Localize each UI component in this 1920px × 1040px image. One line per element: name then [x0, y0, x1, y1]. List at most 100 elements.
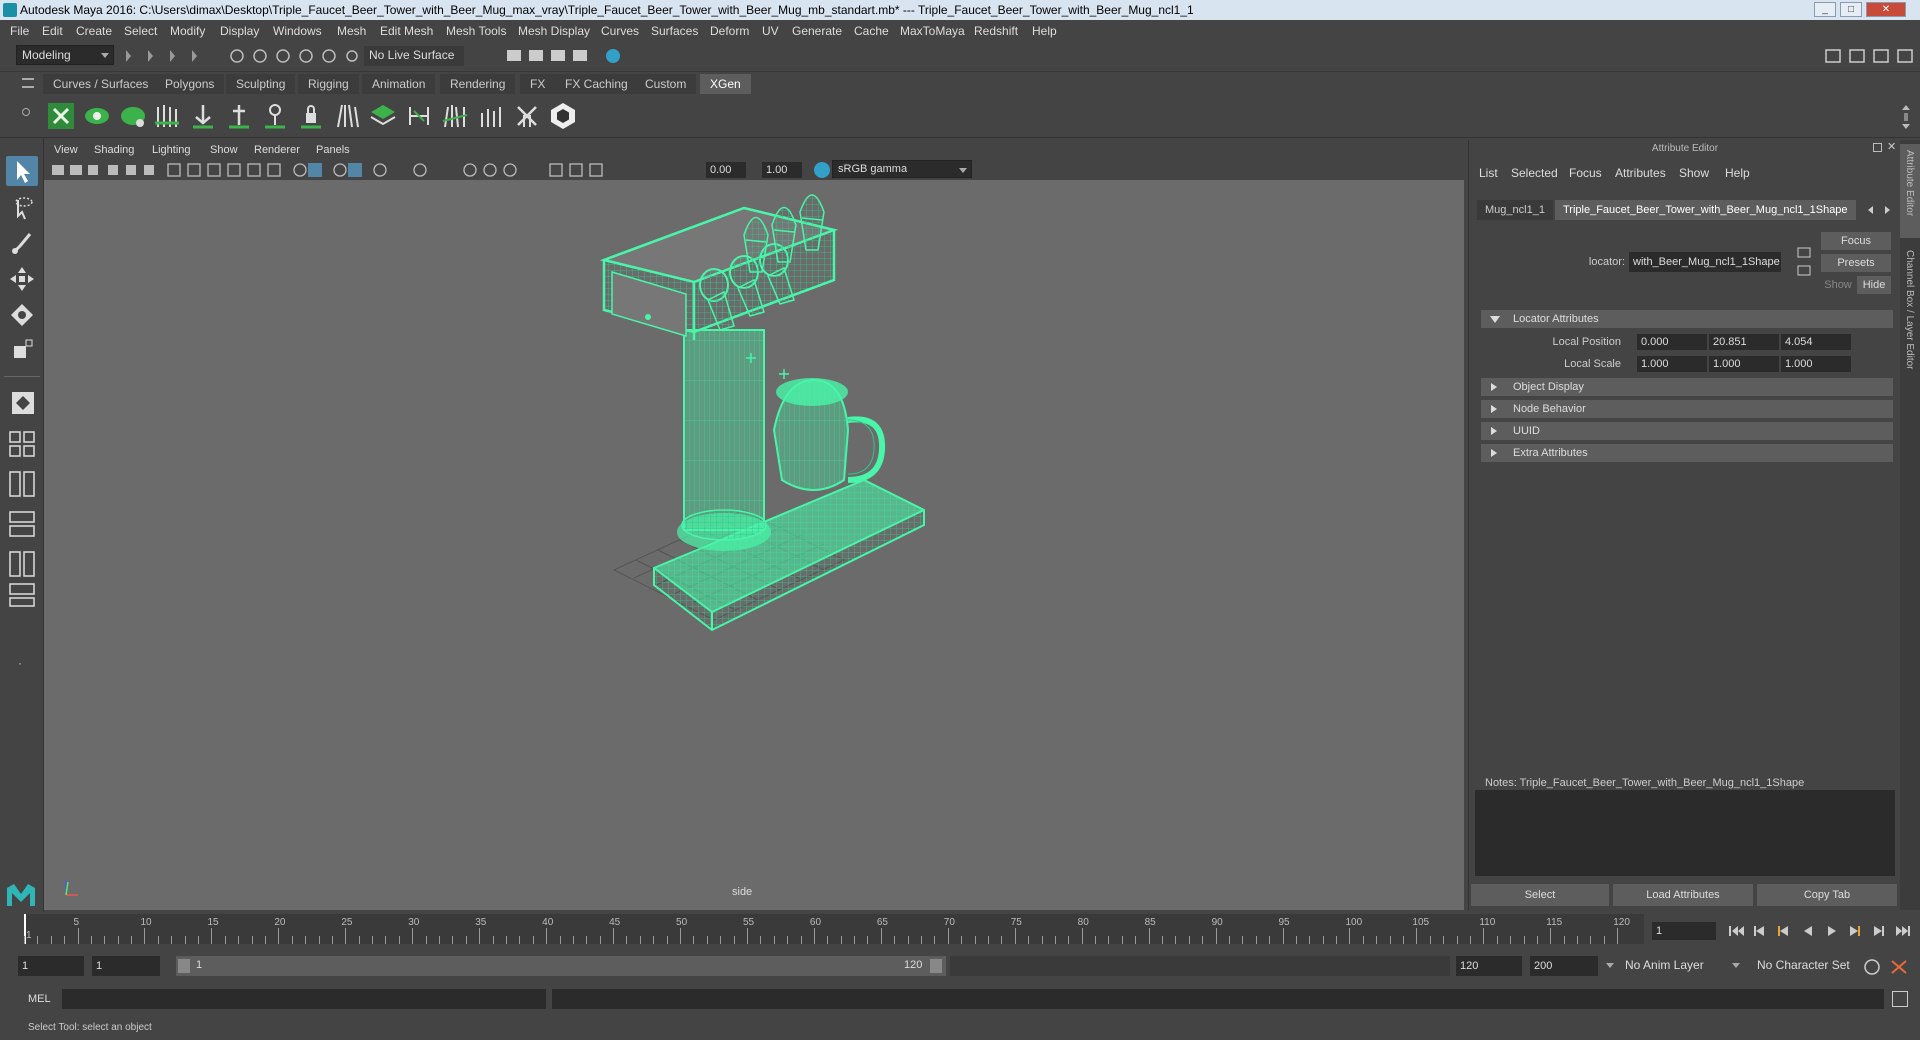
xgen-place-guide-icon[interactable]: [224, 101, 254, 131]
xgen-sculpt-icon[interactable]: [440, 101, 470, 131]
rotate-tool-button[interactable]: [6, 300, 38, 330]
side-tab-attribute-editor[interactable]: Attribute Editor: [1900, 144, 1920, 238]
viewport-menu-renderer[interactable]: Renderer: [254, 140, 300, 160]
xgen-hex-icon[interactable]: [548, 101, 578, 131]
local-scale-z[interactable]: 1.000: [1781, 356, 1851, 372]
select-tool-button[interactable]: [6, 156, 38, 186]
key-prefs-icons[interactable]: [1862, 958, 1916, 976]
menu-set-arrows-icon[interactable]: [122, 48, 212, 64]
side-tab-channel-box[interactable]: Channel Box / Layer Editor: [1900, 244, 1920, 394]
local-position-y[interactable]: 20.851: [1709, 334, 1779, 350]
menu-help[interactable]: Help: [1032, 20, 1057, 42]
character-set-dropdown[interactable]: No Character Set: [1752, 956, 1862, 976]
viewport-menu-panels[interactable]: Panels: [316, 140, 350, 160]
menu-uv[interactable]: UV: [762, 20, 779, 42]
menu-create[interactable]: Create: [76, 20, 112, 42]
local-scale-y[interactable]: 1.000: [1709, 356, 1779, 372]
minimize-button[interactable]: _: [1814, 2, 1836, 17]
mode-dropdown[interactable]: Modeling: [16, 45, 114, 65]
maximize-button[interactable]: □: [1840, 2, 1862, 17]
animation-start-field[interactable]: 1: [18, 956, 84, 976]
close-panel-icon[interactable]: ✕: [1887, 140, 1896, 153]
range-slider[interactable]: 1 120: [176, 956, 946, 976]
xgen-lock-icon[interactable]: [296, 101, 326, 131]
copy-tab-button[interactable]: Copy Tab: [1757, 884, 1897, 906]
viewport-menu-shading[interactable]: Shading: [94, 140, 134, 160]
menu-mesh-display[interactable]: Mesh Display: [518, 20, 590, 42]
local-position-x[interactable]: 0.000: [1637, 334, 1707, 350]
focus-select-icons[interactable]: [1795, 244, 1815, 278]
time-slider[interactable]: 1 5 10 15 20 25 30 35 40 45 50 55 60 65 70 75 80 85 90 95 1…: [0, 912, 1920, 948]
live-surface-field[interactable]: No Live Surface: [364, 46, 464, 66]
ae-menu-help[interactable]: Help: [1725, 166, 1750, 180]
scale-tool-button[interactable]: [6, 336, 38, 366]
section-object-display[interactable]: Object Display: [1481, 378, 1893, 396]
animation-end-field[interactable]: 200: [1530, 956, 1598, 976]
xgen-eye-icon[interactable]: [82, 101, 112, 131]
menu-deform[interactable]: Deform: [710, 20, 749, 42]
menu-surfaces[interactable]: Surfaces: [651, 20, 698, 42]
notes-textarea[interactable]: [1475, 790, 1895, 876]
menu-edit[interactable]: Edit: [42, 20, 63, 42]
shelf-tab-fx[interactable]: FX: [520, 74, 556, 94]
shelf-tab-xgen[interactable]: XGen: [700, 74, 751, 94]
focus-button[interactable]: Focus: [1821, 232, 1891, 250]
section-node-behavior[interactable]: Node Behavior: [1481, 400, 1893, 418]
layout-preset-icons[interactable]: [6, 428, 38, 608]
menu-edit-mesh[interactable]: Edit Mesh: [380, 20, 433, 42]
xgen-add-guide-icon[interactable]: [188, 101, 218, 131]
xgen-collection-icon[interactable]: [118, 101, 148, 131]
menu-generate[interactable]: Generate: [792, 20, 842, 42]
workspace-toggle-icons[interactable]: [1822, 46, 1918, 66]
toolbox-more-icon[interactable]: ·: [18, 656, 22, 670]
section-extra-attributes[interactable]: Extra Attributes: [1481, 444, 1893, 462]
ae-tab-shape[interactable]: Triple_Faucet_Beer_Tower_with_Beer_Mug_n…: [1555, 200, 1856, 220]
range-start-handle[interactable]: [178, 959, 190, 973]
lasso-tool-button[interactable]: [6, 192, 38, 222]
section-locator-attributes[interactable]: Locator Attributes: [1481, 310, 1893, 328]
xgen-cut-icon[interactable]: [404, 101, 434, 131]
shelf-scroll-icon[interactable]: [1898, 100, 1914, 134]
render-icons[interactable]: [505, 47, 635, 65]
3d-viewport[interactable]: side: [44, 180, 1464, 910]
locator-name-field[interactable]: with_Beer_Mug_ncl1_1Shape: [1629, 252, 1781, 272]
gamma-field[interactable]: 1.00: [762, 162, 802, 178]
shelf-tab-sculpting[interactable]: Sculpting: [226, 74, 296, 94]
local-position-z[interactable]: 4.054: [1781, 334, 1851, 350]
ae-menu-focus[interactable]: Focus: [1569, 166, 1602, 180]
selection-mask-icons[interactable]: [228, 47, 358, 65]
select-button[interactable]: Select: [1471, 884, 1609, 906]
shelf-tab-animation[interactable]: Animation: [362, 74, 436, 94]
anim-layer-dropdown[interactable]: No Anim Layer: [1620, 956, 1744, 976]
menu-select[interactable]: Select: [124, 20, 157, 42]
panel-toolbar-icons[interactable]: [50, 162, 710, 178]
move-tool-button[interactable]: [6, 264, 38, 294]
menu-maxtomaya[interactable]: MaxToMaya: [900, 20, 965, 42]
shelf-menu-icon[interactable]: [22, 78, 34, 88]
script-editor-icon[interactable]: [1892, 991, 1908, 1007]
menu-display[interactable]: Display: [220, 20, 259, 42]
load-attributes-button[interactable]: Load Attributes: [1613, 884, 1753, 906]
command-input[interactable]: [62, 989, 546, 1009]
color-space-dropdown[interactable]: sRGB gamma: [832, 160, 972, 178]
playback-start-field[interactable]: 1: [92, 956, 160, 976]
xgen-guides-icon[interactable]: [152, 101, 182, 131]
shelf-tab-rigging[interactable]: Rigging: [298, 74, 359, 94]
menu-mesh-tools[interactable]: Mesh Tools: [446, 20, 506, 42]
menu-cache[interactable]: Cache: [854, 20, 889, 42]
viewport-menu-view[interactable]: View: [54, 140, 78, 160]
shelf-tab-curves-surfaces[interactable]: Curves / Surfaces: [43, 74, 159, 94]
viewport-menu-show[interactable]: Show: [210, 140, 238, 160]
xgen-bend-icon[interactable]: [260, 101, 290, 131]
menu-redshift[interactable]: Redshift: [974, 20, 1018, 42]
close-button[interactable]: ✕: [1866, 2, 1906, 17]
menu-mesh[interactable]: Mesh: [337, 20, 366, 42]
ae-menu-show[interactable]: Show: [1679, 166, 1709, 180]
ae-menu-attributes[interactable]: Attributes: [1615, 166, 1666, 180]
tab-scroll-arrows-icon[interactable]: [1865, 202, 1895, 218]
float-panel-icon[interactable]: [1873, 143, 1882, 152]
local-scale-x[interactable]: 1.000: [1637, 356, 1707, 372]
menu-file[interactable]: File: [10, 20, 29, 42]
xgen-x-icon[interactable]: [46, 101, 76, 131]
playback-controls-icon[interactable]: [1726, 922, 1916, 940]
